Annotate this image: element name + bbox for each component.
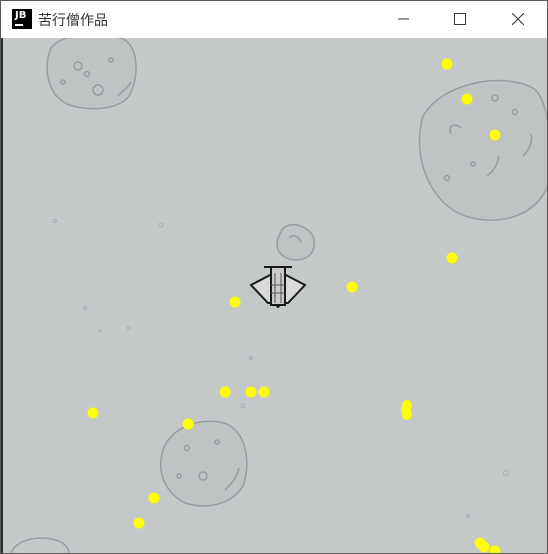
window-title: 苦行僧作品 <box>38 13 108 29</box>
bullet <box>461 93 473 105</box>
player-spaceship <box>249 266 307 309</box>
maximize-icon <box>454 13 466 25</box>
debris-specks <box>53 219 509 518</box>
game-scene <box>10 38 547 553</box>
bullet <box>441 58 453 70</box>
bullet <box>245 386 257 398</box>
bullet <box>478 541 490 553</box>
bullet <box>148 492 160 504</box>
bullet <box>229 296 241 308</box>
asteroid <box>46 38 137 110</box>
small-asteroid <box>276 223 316 261</box>
asteroid <box>418 79 547 221</box>
jetbrains-icon: JB <box>12 9 32 29</box>
app-icon-label: JB <box>15 10 27 21</box>
bullet <box>133 517 145 529</box>
bullet <box>258 386 270 398</box>
minimize-icon <box>398 18 409 20</box>
bullet <box>219 386 231 398</box>
minimize-button[interactable] <box>375 1 433 38</box>
bullet <box>87 407 99 419</box>
asteroid <box>160 420 248 507</box>
asteroid <box>10 537 70 553</box>
game-window: JB 苦行僧作品 <box>0 0 548 554</box>
close-icon <box>512 13 524 25</box>
bullet <box>182 418 194 430</box>
maximize-button[interactable] <box>431 1 489 38</box>
bullet <box>346 281 358 293</box>
bullet <box>489 545 501 553</box>
game-canvas[interactable] <box>3 38 547 553</box>
bullet <box>402 410 412 420</box>
bullet <box>446 252 458 264</box>
title-bar[interactable]: JB 苦行僧作品 <box>1 1 547 38</box>
close-button[interactable] <box>489 1 547 38</box>
bullet <box>489 129 501 141</box>
